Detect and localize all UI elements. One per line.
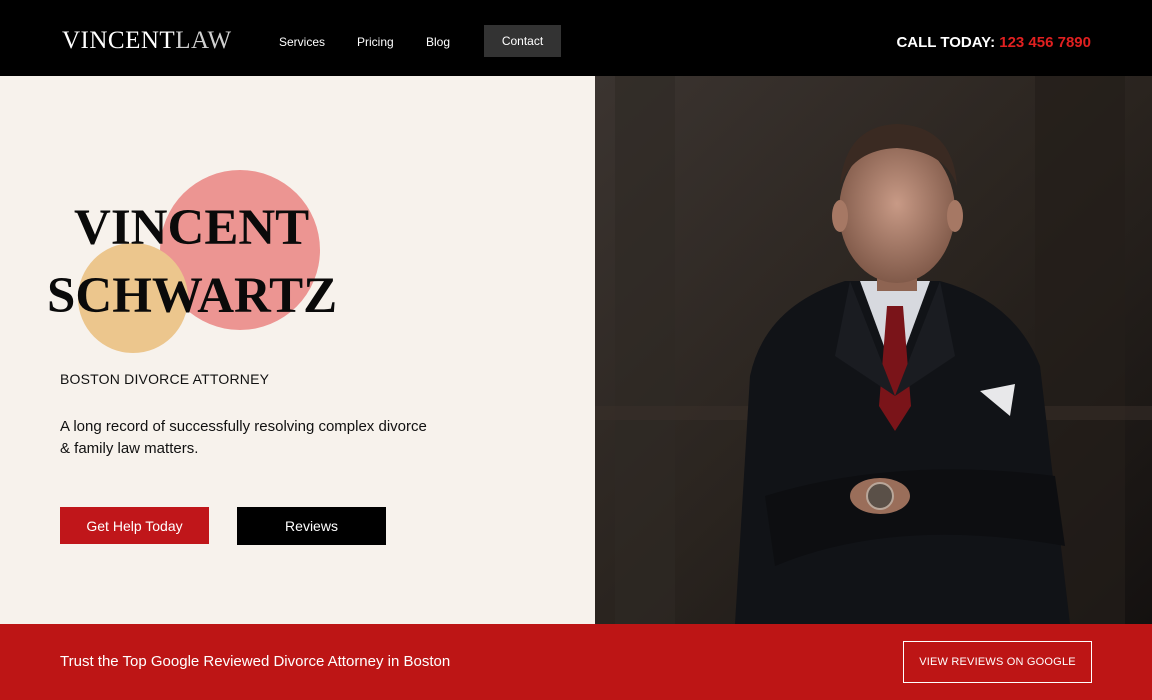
nav-blog[interactable]: Blog — [426, 35, 450, 49]
nav-services[interactable]: Services — [279, 35, 325, 49]
call-today: CALL TODAY: 123 456 7890 — [896, 34, 1091, 51]
call-label: CALL TODAY: — [896, 34, 996, 51]
attorney-photo-illustration — [595, 76, 1152, 624]
phone-number[interactable]: 123 456 7890 — [999, 34, 1091, 51]
logo-primary: VINCENT — [62, 27, 176, 54]
logo[interactable]: VINCENTLAW — [62, 27, 232, 55]
hero-subtitle: BOSTON DIVORCE ATTORNEY — [60, 371, 270, 387]
get-help-button[interactable]: Get Help Today — [60, 507, 209, 544]
logo-secondary: LAW — [175, 27, 232, 54]
nav-contact-button[interactable]: Contact — [484, 25, 561, 57]
view-google-reviews-button[interactable]: VIEW REVIEWS ON GOOGLE — [903, 641, 1092, 683]
nav-pricing[interactable]: Pricing — [357, 35, 394, 49]
hero-name-line-2: SCHWARTZ — [47, 268, 338, 324]
hero-tagline: A long record of successfully resolving … — [60, 418, 427, 457]
hero-name-line-1: VINCENT — [74, 200, 310, 256]
reviews-button[interactable]: Reviews — [237, 507, 386, 545]
site-header: VINCENTLAW Services Pricing Blog Contact… — [0, 0, 1152, 76]
trust-banner: Trust the Top Google Reviewed Divorce At… — [0, 624, 1152, 700]
attorney-photo — [595, 76, 1152, 624]
trust-banner-text: Trust the Top Google Reviewed Divorce At… — [60, 653, 451, 670]
